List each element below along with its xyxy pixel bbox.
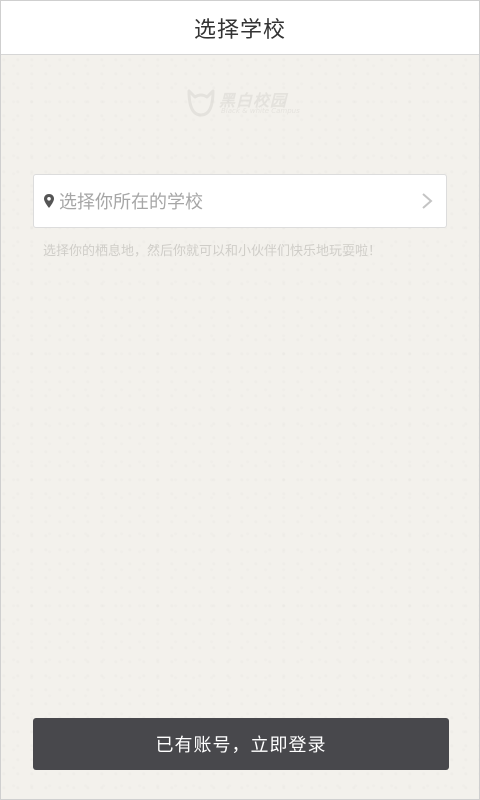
page-title: 选择学校	[193, 17, 286, 43]
logo-tagline: Black & white Campus	[221, 107, 300, 115]
school-select-field[interactable]: 选择你所在的学校	[33, 174, 447, 228]
school-select-placeholder: 选择你所在的学校	[59, 192, 203, 213]
chevron-right-icon	[422, 193, 433, 209]
app-screen: 选择学校 黑白校园 Black & white Campus 选择你所在的学校 …	[0, 0, 480, 800]
login-button[interactable]: 已有账号，立即登录	[33, 718, 449, 770]
hint-text: 选择你的栖息地，然后你就可以和小伙伴们快乐地玩耍啦！	[43, 244, 382, 259]
app-logo: 黑白校园 Black & white Campus	[185, 87, 300, 121]
campus-logo-icon	[187, 89, 215, 117]
location-pin-icon	[44, 194, 54, 208]
title-bar: 选择学校	[1, 1, 479, 55]
